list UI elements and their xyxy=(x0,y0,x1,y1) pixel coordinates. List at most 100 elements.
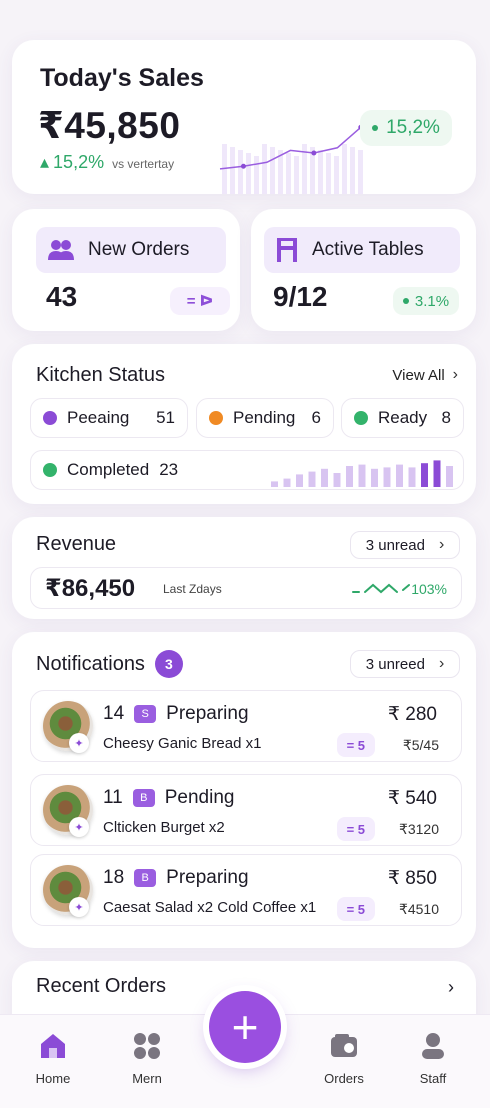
notifications-unread-button[interactable]: 3 unreed › xyxy=(350,650,460,678)
recent-orders-title: Recent Orders xyxy=(36,975,167,997)
kitchen-activity-bar xyxy=(371,468,378,487)
status-count: 51 xyxy=(156,408,175,427)
kitchen-activity-bar xyxy=(283,478,291,487)
kitchen-activity-bar xyxy=(383,467,391,487)
new-orders-tag: = ᐅ xyxy=(170,287,230,315)
sales-growth-pill: 15,2% xyxy=(360,110,452,146)
chevron-right-icon: › xyxy=(438,536,445,553)
spark-bar xyxy=(230,147,235,194)
spark-bar xyxy=(246,153,251,194)
order-status: Preparing xyxy=(166,867,249,888)
view-all-link[interactable]: View All › xyxy=(392,366,458,384)
food-thumbnail: ✦ xyxy=(43,865,93,917)
nav-menu[interactable]: Mern xyxy=(107,1031,187,1086)
order-tag: B xyxy=(132,789,155,807)
status-chip-preparing[interactable]: Peeaing 51 xyxy=(30,398,188,438)
kitchen-activity-bar xyxy=(321,468,328,487)
status-label: Pending xyxy=(233,408,296,427)
active-tables-header: Active Tables xyxy=(264,227,460,273)
new-orders-header: New Orders xyxy=(36,227,226,273)
trend-up-icon: ▴ xyxy=(40,152,50,172)
kitchen-title: Kitchen Status xyxy=(36,364,165,386)
status-chip-ready[interactable]: Ready 8 xyxy=(341,398,464,438)
order-items: Clticken Burget x2 xyxy=(103,819,225,836)
order-number: 11 xyxy=(103,787,123,808)
notification-order-row[interactable]: ✦ 14 S Preparing Cheesy Ganic Bread x1 ₹… xyxy=(30,690,462,762)
spark-bar xyxy=(358,150,363,194)
nav-menu-label: Mern xyxy=(132,1071,162,1086)
order-items: Caesat Salad x2 Cold Coffee x1 xyxy=(103,899,317,916)
status-count: 23 xyxy=(159,460,179,479)
spark-point xyxy=(240,163,246,169)
kitchen-activity-bar xyxy=(271,481,278,487)
food-thumbnail: ✦ xyxy=(43,785,93,837)
notifications-header: Notifications 3 xyxy=(36,650,183,678)
revenue-summary: ₹86,450 Last Zdays 103% xyxy=(30,567,462,609)
spark-bar xyxy=(262,144,267,194)
new-orders-label: New Orders xyxy=(88,239,190,260)
nav-orders-label: Orders xyxy=(324,1071,364,1086)
revenue-amount: ₹86,450 xyxy=(45,575,136,602)
revenue-pct: 103% xyxy=(411,581,447,597)
notification-order-row[interactable]: ✦ 11 B Pending Clticken Burget x2 ₹ 540 … xyxy=(30,774,462,846)
status-chip-completed[interactable]: Completed 23 xyxy=(30,450,464,490)
order-qty-badge: = 5 xyxy=(336,733,375,757)
spark-bar xyxy=(286,153,291,194)
notification-order-row[interactable]: ✦ 18 B Preparing Caesat Salad x2 Cold Co… xyxy=(30,854,462,926)
add-order-button[interactable]: + xyxy=(209,991,281,1063)
preparing-dot-icon xyxy=(43,411,57,425)
chevron-right-icon: › xyxy=(438,655,445,672)
status-count: 8 xyxy=(441,408,451,427)
kitchen-activity-bar xyxy=(421,463,428,487)
table-icon xyxy=(277,238,297,262)
dish-icon: ✦ xyxy=(69,897,89,917)
kitchen-activity-bar xyxy=(396,464,403,487)
order-tag: S xyxy=(134,705,157,723)
new-orders-card[interactable]: New Orders 43 = ᐅ xyxy=(12,209,240,331)
nav-orders[interactable]: Orders xyxy=(304,1031,384,1086)
people-icon xyxy=(48,240,74,260)
order-qty-badge: = 5 xyxy=(336,817,375,841)
order-heading: 14 S Preparing xyxy=(103,703,249,725)
kitchen-activity-bars xyxy=(271,460,453,487)
revenue-unread-button[interactable]: 3 unread › xyxy=(350,531,460,559)
status-chip-pending[interactable]: Pending 6 xyxy=(196,398,334,438)
ready-dot-icon xyxy=(354,411,368,425)
order-heading: 11 B Pending xyxy=(103,787,234,809)
revenue-title: Revenue xyxy=(36,533,117,555)
order-subtotal: ₹4510 xyxy=(398,901,439,917)
nav-staff[interactable]: Staff xyxy=(393,1031,473,1086)
order-status: Pending xyxy=(164,787,235,808)
order-items: Cheesy Ganic Bread x1 xyxy=(103,735,262,752)
spark-bar xyxy=(238,150,243,194)
chevron-right-icon: › xyxy=(452,366,458,383)
unread-label: 3 unreed xyxy=(365,655,425,673)
nav-staff-label: Staff xyxy=(419,1071,447,1086)
status-count: 6 xyxy=(311,408,321,427)
kitchen-activity-bar xyxy=(408,467,416,487)
sales-sparkline xyxy=(219,124,364,194)
order-qty-badge: = 5 xyxy=(336,897,375,921)
chevron-right-icon[interactable]: › xyxy=(448,977,454,998)
active-tables-card[interactable]: Active Tables 9/12 3.1% xyxy=(251,209,476,331)
revenue-trend-icon xyxy=(352,583,410,594)
bottom-navigation: Home Mern + Orders Staff xyxy=(0,991,490,1108)
sales-change-value: 15,2% xyxy=(53,152,105,172)
growth-dot-icon xyxy=(402,298,409,304)
spark-bar xyxy=(318,150,323,194)
order-price: ₹ 540 xyxy=(387,788,437,809)
nav-home[interactable]: Home xyxy=(13,1031,93,1086)
spark-bar xyxy=(294,156,299,194)
todays-sales-card: Today's Sales ₹45,850 ▴ 15,2% vs vertert… xyxy=(12,40,476,194)
order-number: 18 xyxy=(103,867,125,888)
sales-change-note: vs vertertay xyxy=(112,157,175,171)
kitchen-activity-bar xyxy=(296,474,303,487)
home-icon xyxy=(41,1034,65,1058)
kitchen-activity-bar xyxy=(333,473,341,487)
spark-bar xyxy=(342,144,347,194)
spark-bar xyxy=(326,153,331,194)
status-label: Peeaing xyxy=(67,408,130,427)
order-number: 14 xyxy=(103,703,125,724)
sales-amount: ₹45,850 xyxy=(38,105,181,146)
order-subtotal: ₹3120 xyxy=(398,821,439,837)
